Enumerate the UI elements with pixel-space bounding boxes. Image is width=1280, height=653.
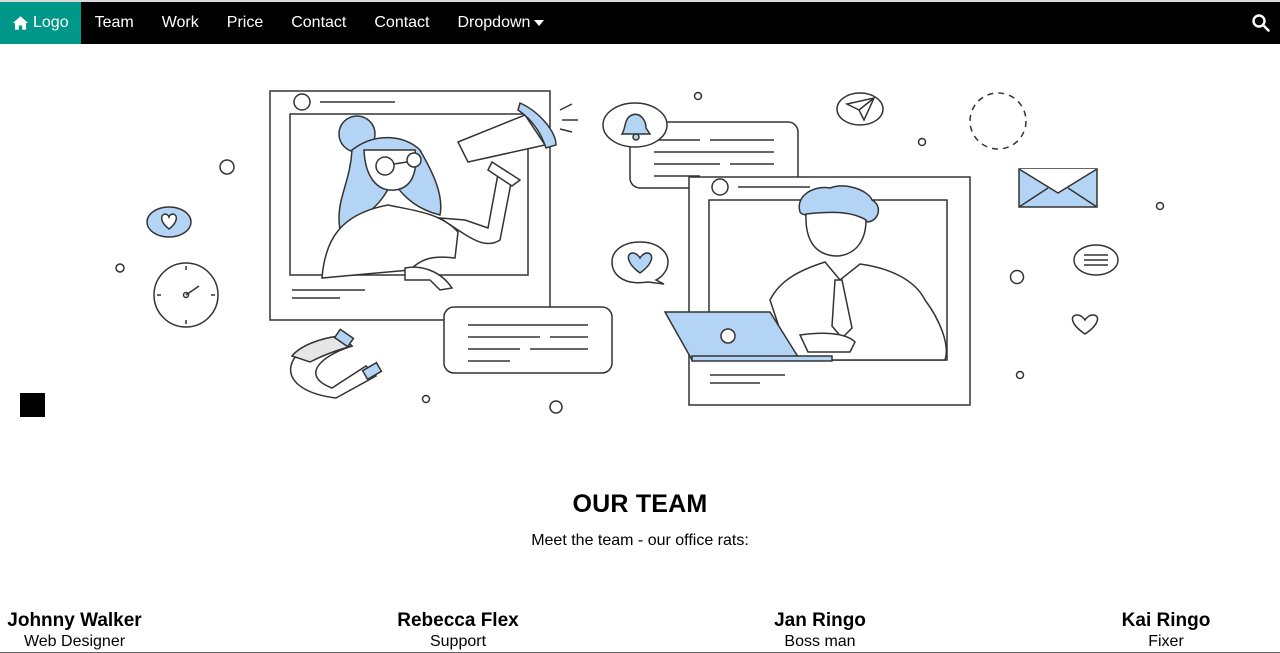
clock-icon [153, 262, 219, 328]
nav-price[interactable]: Price [213, 2, 277, 44]
worker-card [663, 176, 971, 406]
menu-bubble-icon [1073, 244, 1119, 276]
team-section-title: OUR TEAM [572, 490, 708, 518]
team-section-subtitle: Meet the team - our office rats: [531, 532, 749, 549]
heart-icon [1071, 314, 1099, 335]
team-member-card: Johnny Walker Web Designer [0, 610, 149, 652]
nav-contact-label: Contact [291, 14, 347, 31]
nav-contact-2-label: Contact [374, 14, 430, 31]
nav-logo-label: Logo [33, 14, 69, 31]
nav-contact[interactable]: Contact [277, 2, 360, 44]
heart-bubble-center-icon [611, 241, 669, 285]
member-role: Fixer [1148, 633, 1184, 650]
team-member-card: Kai Ringo Fixer [1096, 610, 1236, 652]
message-bubble-left [443, 306, 613, 374]
team-member-card: Rebecca Flex Support [378, 610, 538, 652]
paper-plane-icon [836, 92, 884, 126]
magnet-icon [290, 328, 383, 399]
nav-dropdown[interactable]: Dropdown [444, 2, 559, 44]
nav-dropdown-label: Dropdown [457, 14, 531, 31]
member-role: Boss man [784, 633, 856, 650]
home-icon [12, 16, 29, 30]
notification-bubble [602, 102, 799, 189]
nav-team[interactable]: Team [81, 2, 148, 44]
heart-bubble-icon [146, 206, 192, 238]
nav-price-label: Price [226, 14, 264, 31]
member-name: Rebecca Flex [397, 610, 519, 631]
member-role: Support [429, 633, 487, 650]
announcer-card [269, 90, 578, 321]
nav-contact-2[interactable]: Contact [360, 2, 443, 44]
member-role: Web Designer [23, 633, 126, 650]
nav-work-label: Work [161, 14, 199, 31]
search-icon[interactable] [1251, 13, 1271, 33]
caret-down-icon [534, 20, 545, 26]
member-name: Kai Ringo [1121, 610, 1211, 631]
member-name: Jan Ringo [774, 610, 866, 631]
hero-illustration [115, 90, 1165, 414]
envelope-icon [1018, 168, 1098, 208]
member-name: Johnny Walker [7, 610, 142, 631]
nav-team-label: Team [94, 14, 134, 31]
nav-work[interactable]: Work [148, 2, 213, 44]
floating-square [20, 393, 45, 417]
team-member-card: Jan Ringo Boss man [740, 610, 900, 652]
nav-logo[interactable]: Logo [0, 2, 81, 44]
top-navbar: Logo Team Work Price Contact Contact Dro… [0, 2, 1280, 44]
